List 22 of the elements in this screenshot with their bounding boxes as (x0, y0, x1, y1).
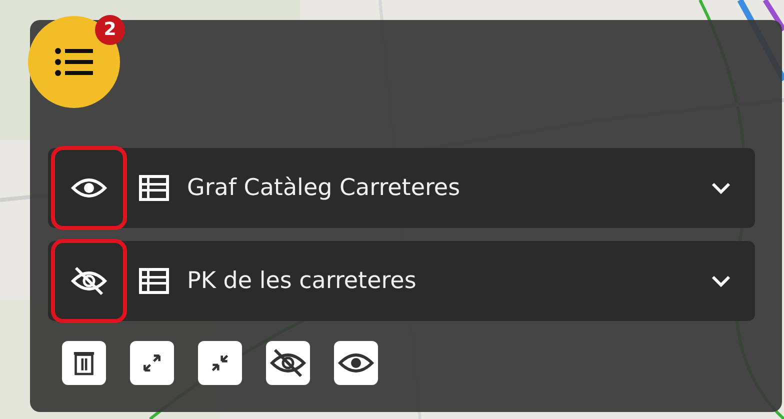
table-icon (139, 268, 169, 294)
expand-all-button[interactable] (130, 341, 174, 385)
menu-icon (54, 47, 94, 77)
layer-name: PK de les carreteres (187, 268, 418, 294)
eye-toggle[interactable] (51, 146, 127, 230)
collapse-all-button[interactable] (198, 341, 242, 385)
eye-off-icon (270, 348, 306, 378)
layers-menu-button[interactable] (28, 16, 120, 108)
expand-icon (141, 352, 163, 374)
table-icon (139, 175, 169, 201)
delete-button[interactable] (62, 341, 106, 385)
eye-icon (71, 176, 107, 200)
eye-off-icon (71, 266, 107, 296)
eye-icon (338, 351, 374, 375)
chevron-down-icon (711, 275, 731, 287)
hide-all-button[interactable] (266, 341, 310, 385)
show-all-button[interactable] (334, 341, 378, 385)
eye-off-toggle[interactable] (51, 239, 127, 323)
collapse-icon (209, 352, 231, 374)
chevron-down-icon (711, 182, 731, 194)
layer-name: Graf Catàleg Carreteres (187, 175, 462, 201)
trash-icon (73, 350, 95, 376)
